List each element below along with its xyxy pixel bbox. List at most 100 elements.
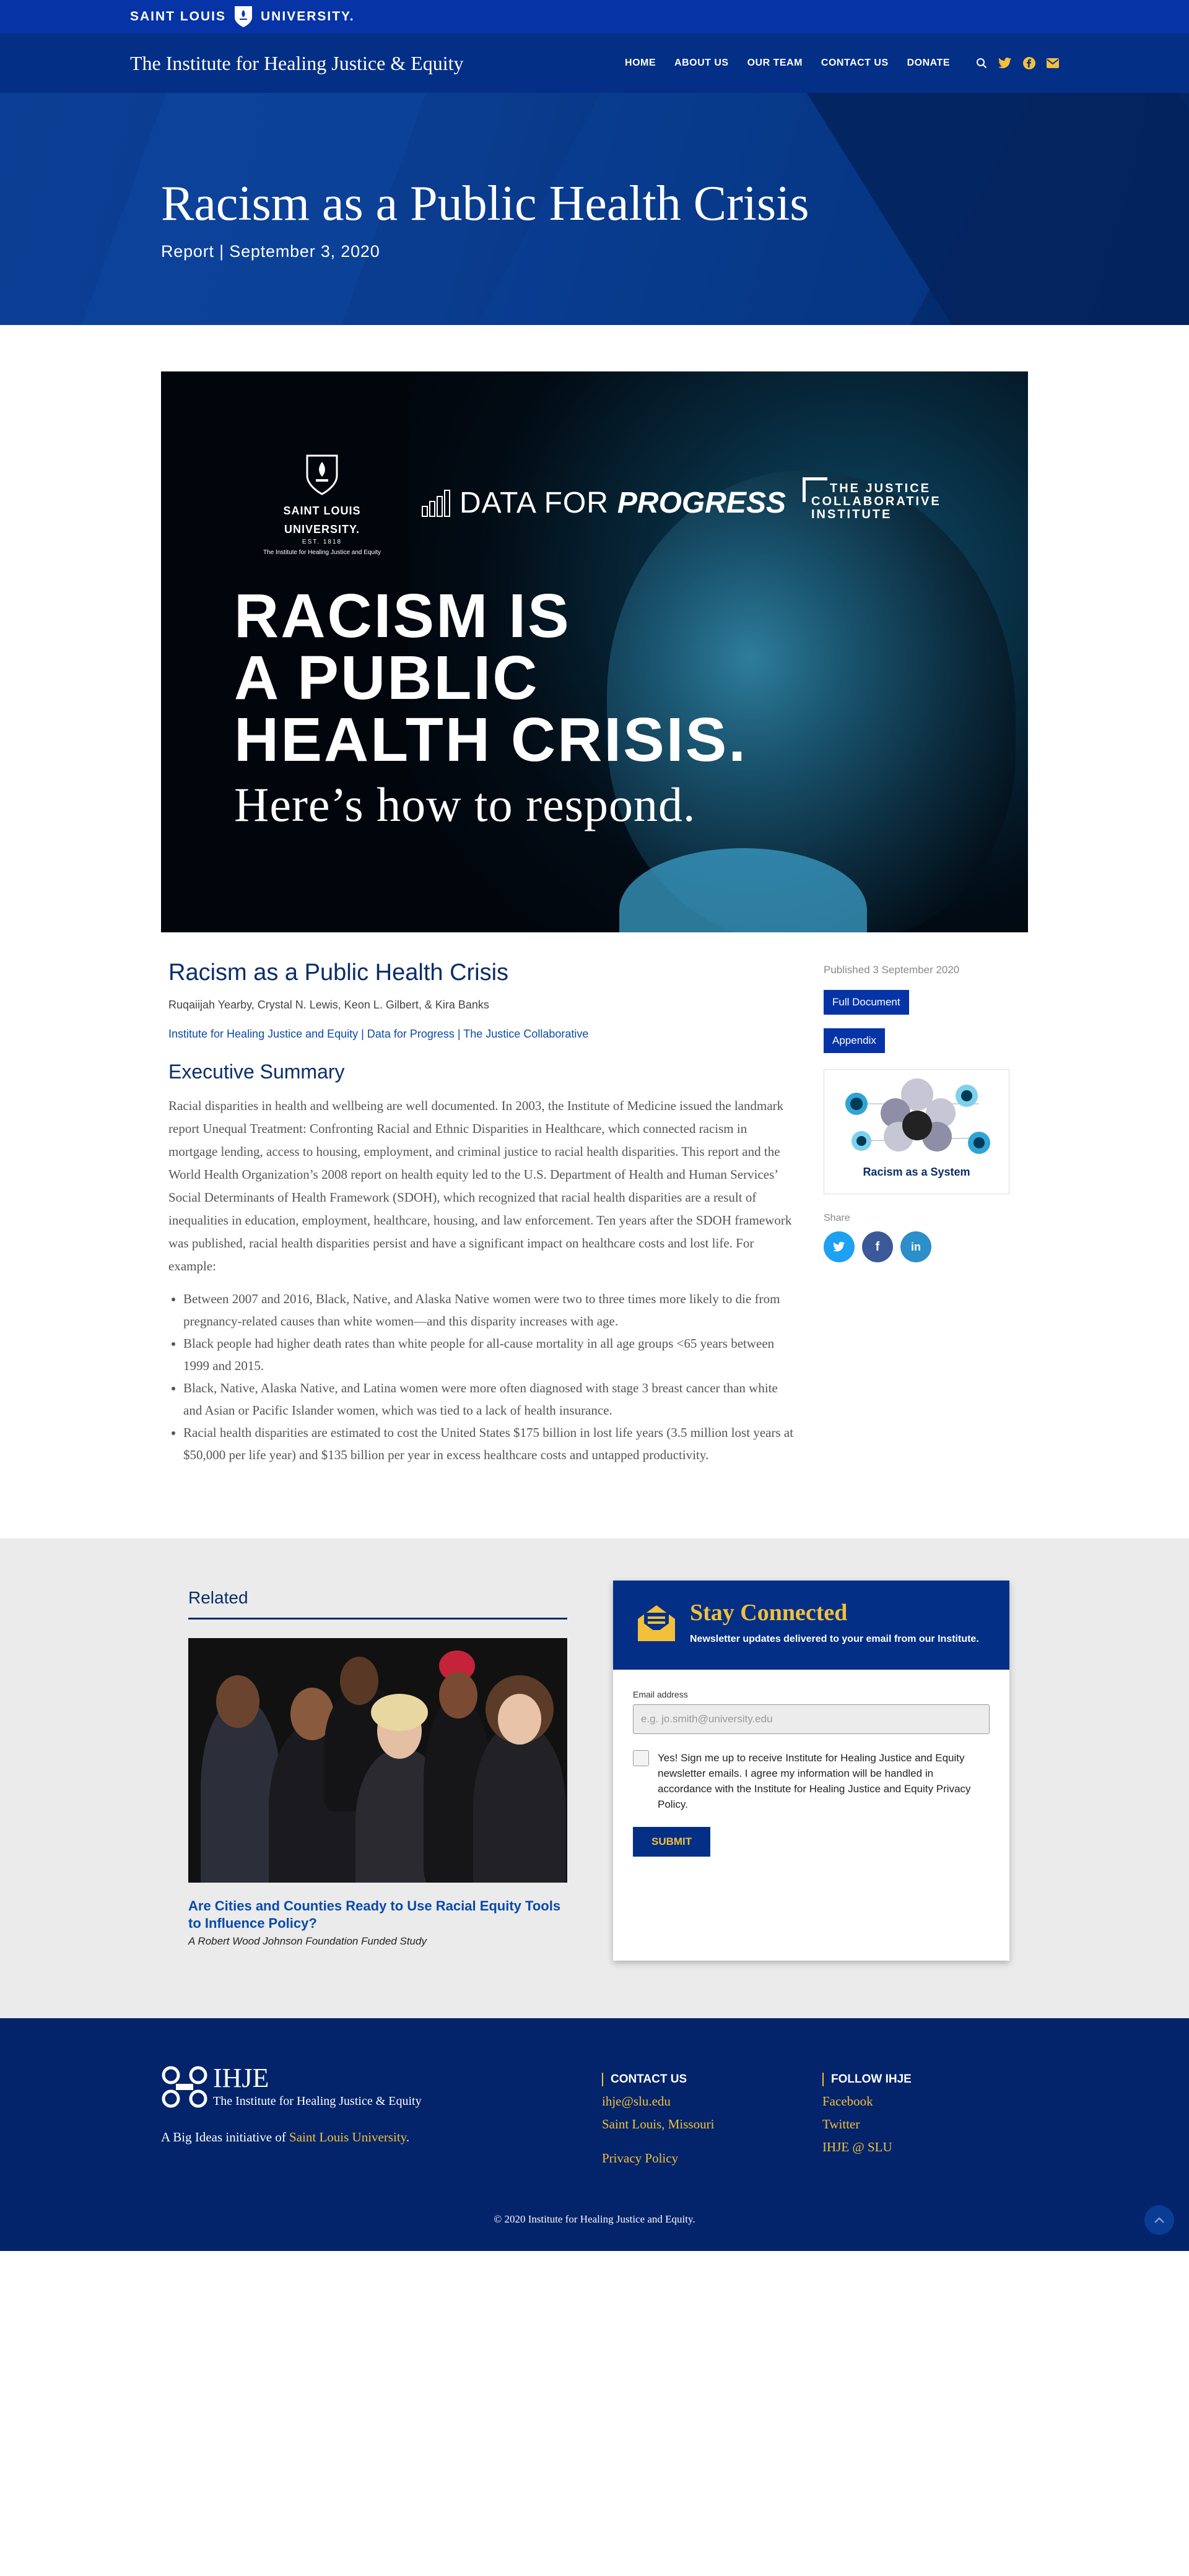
nav-home[interactable]: HOME: [625, 58, 656, 69]
follow-twitter-link[interactable]: Twitter: [822, 2117, 912, 2132]
image-slu-name-1: SAINT LOUIS: [283, 505, 361, 517]
list-item: Black, Native, Alaska Native, and Latina…: [183, 1377, 794, 1421]
initiative-suffix: .: [406, 2130, 410, 2144]
share-linkedin-icon[interactable]: in: [900, 1231, 931, 1262]
follow-slu-link[interactable]: IHJE @ SLU: [822, 2140, 912, 2155]
related-heading: Related: [188, 1588, 567, 1620]
article-sidebar: Published 3 September 2020 Full Document…: [824, 964, 1016, 1262]
site-title[interactable]: The Institute for Healing Justice & Equi…: [130, 52, 464, 75]
hero-content: Racism as a Public Health Crisis Report …: [161, 176, 809, 261]
jci-line-2: COLLABORATIVE: [811, 495, 941, 508]
back-to-top-button[interactable]: [1144, 2205, 1174, 2235]
headline-line-1: RACISM IS: [234, 581, 571, 651]
photo-face: [216, 1675, 259, 1728]
article-content: Racism as a Public Health Crisis Ruqaiij…: [168, 960, 794, 1466]
slu-top-bar: SAINT LOUIS UNIVERSITY.: [0, 0, 1189, 33]
email-icon[interactable]: [1047, 58, 1059, 68]
appendix-button[interactable]: Appendix: [824, 1028, 885, 1053]
org-link-ihje[interactable]: Institute for Healing Justice and Equity: [168, 1028, 358, 1040]
executive-summary-text: Racial disparities in health and wellbei…: [168, 1098, 792, 1273]
slu-logo[interactable]: SAINT LOUIS UNIVERSITY.: [130, 5, 355, 28]
newsletter-form: Email address e.g. jo.smith@university.e…: [613, 1670, 1009, 1876]
thumbnail-label: Racism as a System: [863, 1166, 970, 1178]
findings-list: Between 2007 and 2016, Black, Native, an…: [168, 1288, 794, 1466]
slu-shield-icon: [235, 6, 253, 27]
image-slu-institute: The Institute for Healing Justice and Eq…: [263, 549, 381, 557]
photo-face: [498, 1694, 541, 1745]
initiative-prefix: A Big Ideas initiative of: [161, 2130, 290, 2144]
chevron-up-icon: [1154, 2217, 1164, 2223]
site-footer: IHJE The Institute for Healing Justice &…: [0, 2018, 1189, 2251]
org-separator: |: [454, 1028, 464, 1040]
share-buttons: f in: [824, 1231, 1016, 1262]
contact-location-link[interactable]: Saint Louis, Missouri: [602, 2117, 714, 2132]
org-link-justice-collaborative[interactable]: The Justice Collaborative: [463, 1028, 588, 1040]
newsletter-card: Stay Connected Newsletter updates delive…: [613, 1581, 1009, 1961]
image-slu-name-2: UNIVERSITY.: [284, 523, 360, 536]
nav-donate[interactable]: DONATE: [907, 58, 950, 69]
follow-heading: FOLLOW IHJE: [822, 2073, 912, 2086]
related-band: [0, 1538, 1189, 2018]
article-orgs: Institute for Healing Justice and Equity…: [168, 1028, 794, 1041]
dfp-text-1: DATA FOR: [459, 487, 609, 519]
headline-line-2: A PUBLIC: [234, 643, 539, 713]
hero-title: Racism as a Public Health Crisis: [161, 176, 809, 231]
slu-link[interactable]: Saint Louis University: [289, 2130, 406, 2144]
full-document-button[interactable]: Full Document: [824, 990, 909, 1015]
article-title: Racism as a Public Health Crisis: [168, 960, 509, 986]
email-label: Email address: [633, 1689, 688, 1699]
hero-banner: Racism as a Public Health Crisis Report …: [0, 93, 1189, 325]
photo-face: [371, 1694, 428, 1731]
photo-face: [439, 1672, 477, 1719]
org-link-data-for-progress[interactable]: Data for Progress: [367, 1028, 455, 1040]
newsletter-header: Stay Connected Newsletter updates delive…: [613, 1581, 1009, 1670]
privacy-policy-link[interactable]: Privacy Policy: [602, 2151, 714, 2166]
related-section: Related Are Cities and Counties Ready to…: [188, 1588, 567, 1948]
photo-face: [340, 1657, 378, 1705]
submit-button[interactable]: SUBMIT: [633, 1827, 711, 1857]
share-twitter-icon[interactable]: [824, 1231, 855, 1262]
related-article-link[interactable]: Are Cities and Counties Ready to Use Rac…: [188, 1897, 567, 1932]
footer-brand-text: IHJE The Institute for Healing Justice &…: [213, 2065, 422, 2109]
footer-follow-column: FOLLOW IHJE Facebook Twitter IHJE @ SLU: [822, 2073, 912, 2155]
consent-checkbox[interactable]: [633, 1750, 649, 1766]
contact-email-link[interactable]: ihje@slu.edu: [602, 2094, 714, 2109]
nav-about-us[interactable]: ABOUT US: [674, 58, 729, 69]
facebook-icon[interactable]: [1023, 57, 1035, 69]
feature-image: SAINT LOUIS UNIVERSITY. EST. 1818 The In…: [161, 371, 1028, 932]
ihje-logo-icon: [162, 2066, 207, 2107]
nav-contact-us[interactable]: CONTACT US: [821, 58, 889, 69]
newsletter-subtitle: Newsletter updates delivered to your ema…: [690, 1634, 979, 1644]
institute-nav: The Institute for Healing Justice & Equi…: [0, 33, 1189, 93]
share-facebook-icon[interactable]: f: [862, 1231, 893, 1262]
org-separator: |: [358, 1028, 367, 1040]
search-icon[interactable]: [976, 58, 987, 69]
slu-name-left: SAINT LOUIS: [130, 9, 227, 24]
footer-brand[interactable]: IHJE The Institute for Healing Justice &…: [161, 2065, 422, 2109]
bar-chart-icon: [422, 489, 450, 517]
system-diagram-image: [845, 1078, 990, 1154]
jci-corner-mark: [803, 477, 827, 502]
footer-brand-big: IHJE: [213, 2063, 269, 2093]
contact-heading: CONTACT US: [602, 2073, 714, 2086]
follow-facebook-link[interactable]: Facebook: [822, 2094, 912, 2109]
nav-our-team[interactable]: OUR TEAM: [747, 58, 803, 69]
image-slu-est: EST. 1818: [302, 539, 342, 546]
list-item: Black people had higher death rates than…: [183, 1332, 794, 1377]
related-article-note: A Robert Wood Johnson Foundation Funded …: [188, 1935, 427, 1947]
consent-row: Yes! Sign me up to receive Institute for…: [633, 1750, 990, 1812]
slu-shield-icon: [306, 454, 338, 495]
email-field[interactable]: e.g. jo.smith@university.edu: [633, 1704, 990, 1734]
slu-name-right: UNIVERSITY.: [261, 9, 355, 24]
data-for-progress-logo: DATA FOR PROGRESS: [421, 486, 786, 520]
related-photo[interactable]: [188, 1638, 567, 1883]
list-item: Racial health disparities are estimated …: [183, 1421, 794, 1466]
share-label: Share: [824, 1213, 850, 1223]
racism-system-thumbnail[interactable]: Racism as a System: [824, 1069, 1009, 1194]
twitter-icon[interactable]: [998, 57, 1012, 69]
justice-collaborative-logo: THE JUSTICE COLLABORATIVE INSTITUTE: [803, 477, 941, 521]
newsletter-title: Stay Connected: [690, 1600, 848, 1626]
footer-brand-small: The Institute for Healing Justice & Equi…: [213, 2094, 422, 2108]
image-headline: RACISM IS A PUBLIC HEALTH CRISIS.: [234, 585, 747, 771]
jci-line-1: THE JUSTICE: [830, 482, 931, 495]
